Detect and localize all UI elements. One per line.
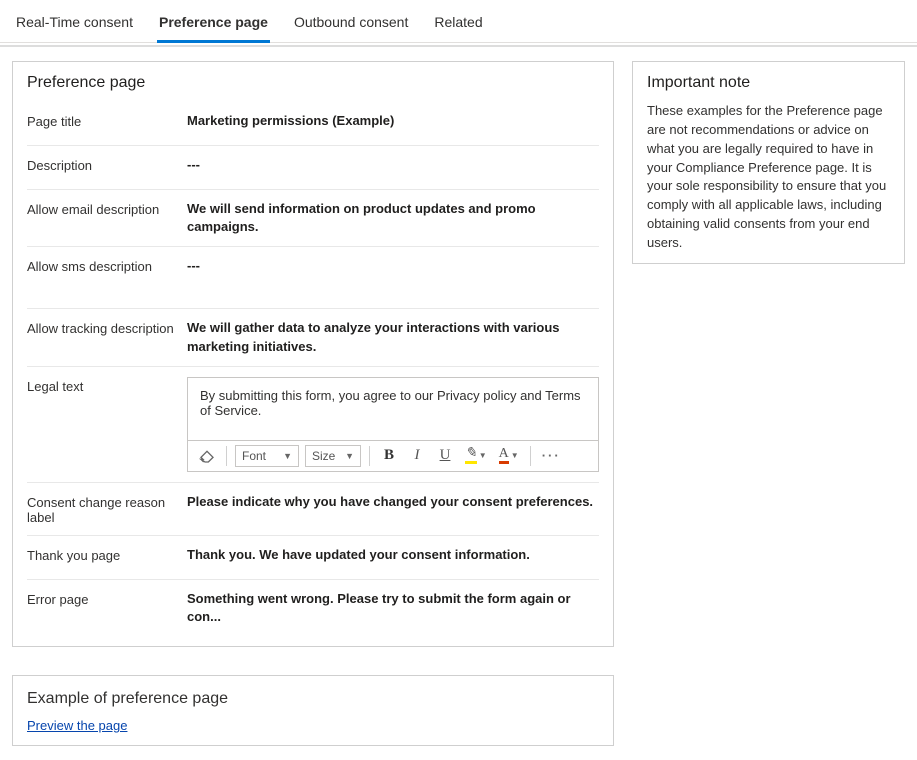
- field-allow-tracking[interactable]: Allow tracking description We will gathe…: [27, 309, 599, 366]
- preference-page-card: Preference page Page title Marketing per…: [12, 61, 614, 647]
- card-title: Important note: [647, 74, 890, 92]
- field-value: Thank you. We have updated your consent …: [187, 546, 599, 569]
- field-value: Something went wrong. Please try to subm…: [187, 590, 599, 626]
- field-value: Please indicate why you have changed you…: [187, 493, 599, 525]
- size-dropdown-label: Size: [312, 449, 335, 463]
- field-label: Error page: [27, 590, 187, 626]
- field-label: Description: [27, 156, 187, 179]
- card-title: Preference page: [27, 74, 599, 92]
- field-label: Thank you page: [27, 546, 187, 569]
- preview-page-link[interactable]: Preview the page: [27, 718, 127, 733]
- chevron-down-icon: ▼: [511, 451, 519, 460]
- font-dropdown-label: Font: [242, 449, 266, 463]
- field-consent-change[interactable]: Consent change reason label Please indic…: [27, 483, 599, 536]
- field-label: Allow sms description: [27, 257, 187, 298]
- card-title: Example of preference page: [27, 690, 599, 708]
- rte-toolbar: Font ▼ Size ▼ B I U ✎ ▼: [187, 441, 599, 472]
- font-dropdown[interactable]: Font ▼: [235, 445, 299, 467]
- field-page-title[interactable]: Page title Marketing permissions (Exampl…: [27, 102, 599, 146]
- size-dropdown[interactable]: Size ▼: [305, 445, 361, 467]
- clear-format-icon[interactable]: [196, 445, 218, 467]
- field-error-page[interactable]: Error page Something went wrong. Please …: [27, 580, 599, 636]
- tab-outbound-consent[interactable]: Outbound consent: [292, 10, 410, 42]
- legal-text-editor[interactable]: By submitting this form, you agree to ou…: [187, 377, 599, 441]
- more-options-button[interactable]: ···: [539, 445, 564, 467]
- field-label: Consent change reason label: [27, 493, 187, 525]
- field-description[interactable]: Description ---: [27, 146, 599, 190]
- field-label: Page title: [27, 112, 187, 135]
- font-color-button[interactable]: A ▼: [496, 445, 522, 467]
- tab-realtime-consent[interactable]: Real-Time consent: [14, 10, 135, 42]
- tab-preference-page[interactable]: Preference page: [157, 10, 270, 43]
- field-value: We will gather data to analyze your inte…: [187, 319, 599, 355]
- example-preference-card: Example of preference page Preview the p…: [12, 675, 614, 746]
- tab-related[interactable]: Related: [432, 10, 484, 42]
- field-label: Allow email description: [27, 200, 187, 236]
- chevron-down-icon: ▼: [345, 451, 354, 461]
- highlight-color-button[interactable]: ✎ ▼: [462, 445, 490, 467]
- chevron-down-icon: ▼: [283, 451, 292, 461]
- field-legal-text: Legal text By submitting this form, you …: [27, 367, 599, 483]
- main-tabs: Real-Time consent Preference page Outbou…: [0, 0, 917, 43]
- note-body: These examples for the Preference page a…: [647, 102, 890, 253]
- field-label: Legal text: [27, 377, 187, 394]
- field-allow-email[interactable]: Allow email description We will send inf…: [27, 190, 599, 247]
- bold-button[interactable]: B: [378, 445, 400, 467]
- important-note-card: Important note These examples for the Pr…: [632, 61, 905, 264]
- field-value: We will send information on product upda…: [187, 200, 599, 236]
- chevron-down-icon: ▼: [479, 451, 487, 460]
- field-value: Marketing permissions (Example): [187, 112, 599, 135]
- field-thank-you[interactable]: Thank you page Thank you. We have update…: [27, 536, 599, 580]
- underline-button[interactable]: U: [434, 445, 456, 467]
- field-allow-sms[interactable]: Allow sms description ---: [27, 247, 599, 309]
- field-label: Allow tracking description: [27, 319, 187, 355]
- italic-button[interactable]: I: [406, 445, 428, 467]
- field-value: ---: [187, 257, 599, 298]
- field-value: ---: [187, 156, 599, 179]
